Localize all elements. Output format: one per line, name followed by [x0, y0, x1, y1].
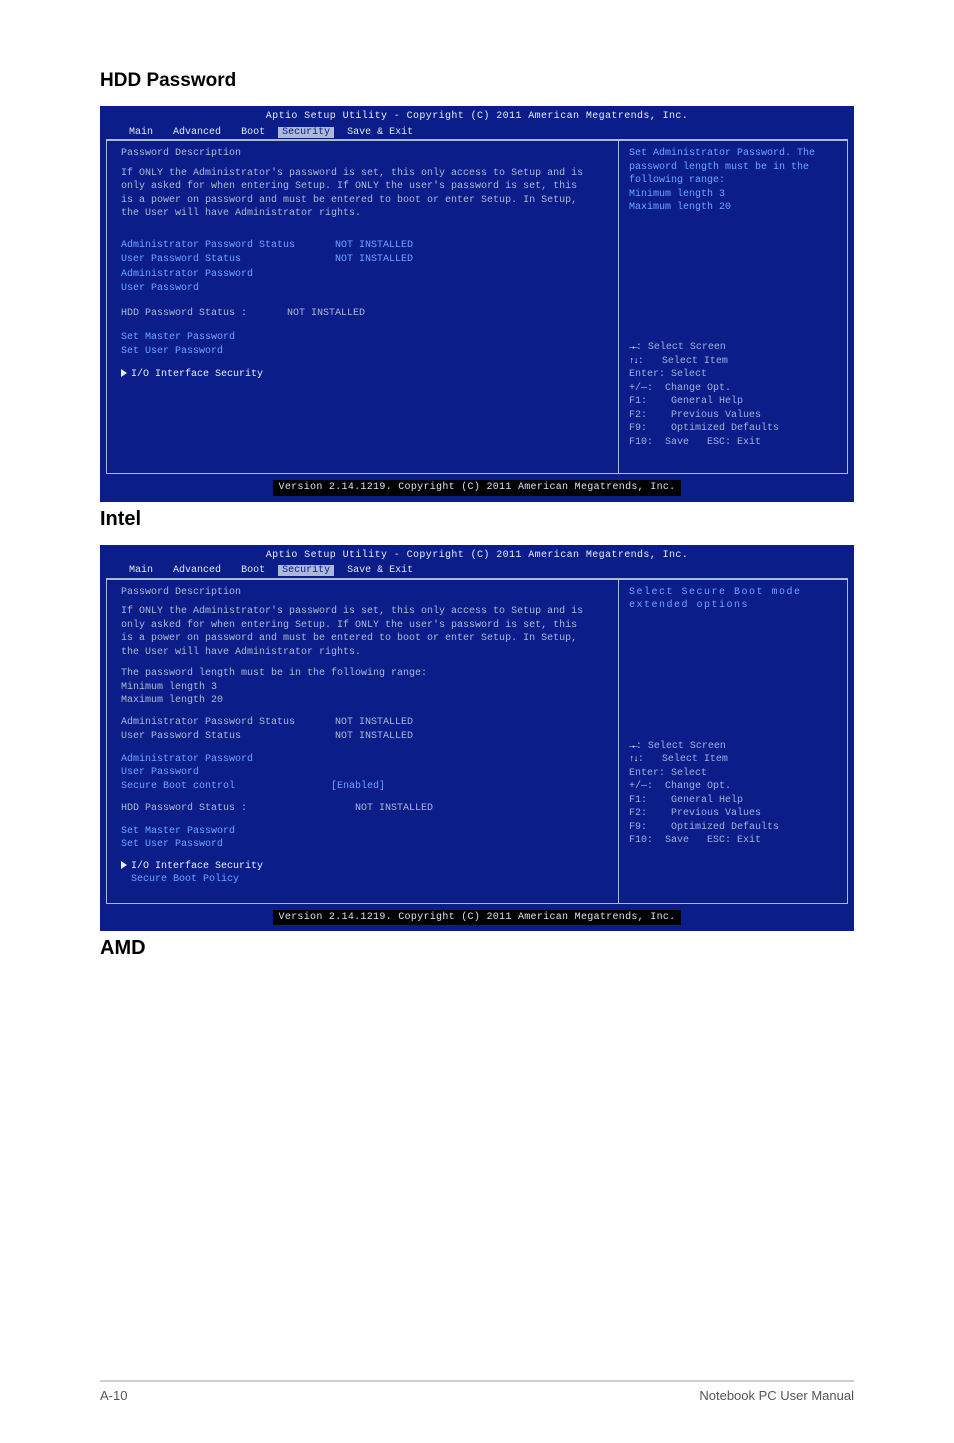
key-help: : Select Screen : Select Item Enter: Sel… — [629, 341, 839, 449]
set-user-password-item[interactable]: Set User Password — [121, 838, 608, 852]
key-f9: F9: Optimized Defaults — [629, 422, 839, 436]
key-f10: F10: Save ESC: Exit — [629, 436, 839, 450]
bios-tabs: Main Advanced Boot Security Save & Exit — [100, 562, 854, 578]
admin-password-status-label: Administrator Password Status — [121, 239, 295, 254]
tab-boot[interactable]: Boot — [234, 127, 272, 138]
submenu-arrow-icon — [121, 369, 127, 377]
key-select-screen: Select Screen — [648, 741, 726, 752]
tab-advanced[interactable]: Advanced — [166, 565, 228, 576]
bios-left-pane: Password Description If ONLY the Adminis… — [106, 579, 618, 904]
key-enter: Enter: Select — [629, 767, 839, 781]
bios-screen-2: Aptio Setup Utility - Copyright (C) 2011… — [100, 545, 854, 932]
tab-main[interactable]: Main — [122, 565, 160, 576]
password-description-label: Password Description — [121, 147, 608, 161]
secure-boot-control-item[interactable]: Secure Boot control — [121, 780, 235, 795]
user-password-item[interactable]: User Password — [121, 766, 608, 780]
submenu-arrow-icon — [121, 861, 127, 869]
key-select-item: Select Item — [662, 356, 728, 367]
user-password-status-value: NOT INSTALLED — [295, 253, 413, 268]
help-text: Select Secure Boot mode extended options — [629, 586, 839, 736]
set-master-password-item[interactable]: Set Master Password — [121, 331, 608, 345]
key-f1: F1: General Help — [629, 794, 839, 808]
set-master-password-item[interactable]: Set Master Password — [121, 825, 608, 839]
set-user-password-item[interactable]: Set User Password — [121, 345, 608, 359]
key-select-screen: Select Screen — [648, 342, 726, 353]
tab-main[interactable]: Main — [122, 127, 160, 138]
bios-footer-version: Version 2.14.1219. Copyright (C) 2011 Am… — [273, 480, 682, 496]
user-password-status-label: User Password Status — [121, 730, 295, 745]
tab-save-exit[interactable]: Save & Exit — [340, 127, 420, 138]
hdd-password-status-value: NOT INSTALLED — [247, 802, 433, 817]
password-description-body: If ONLY the Administrator's password is … — [121, 605, 591, 659]
page-number: A-10 — [100, 1388, 127, 1403]
key-f9: F9: Optimized Defaults — [629, 821, 839, 835]
help-text-max: Maximum length 20 — [629, 202, 731, 213]
io-interface-security-item[interactable]: I/O Interface Security — [121, 860, 608, 874]
key-f1: F1: General Help — [629, 395, 839, 409]
io-interface-security-label: I/O Interface Security — [131, 369, 263, 380]
bios-help-pane: Select Secure Boot mode extended options… — [618, 579, 848, 904]
pwlen-min: Minimum length 3 — [121, 681, 608, 695]
secure-boot-policy-item[interactable]: Secure Boot Policy — [121, 873, 608, 887]
help-text-line1: Set Administrator Password. The password… — [629, 148, 815, 186]
section-title-intel: Intel — [100, 508, 854, 531]
administrator-password-item[interactable]: Administrator Password — [121, 268, 295, 283]
administrator-password-item[interactable]: Administrator Password — [121, 753, 608, 767]
tab-security[interactable]: Security — [278, 565, 334, 576]
key-change: +/—: Change Opt. — [629, 780, 839, 794]
io-interface-security-item[interactable]: I/O Interface Security — [121, 368, 608, 382]
key-f2: F2: Previous Values — [629, 409, 839, 423]
key-help: : Select Screen : Select Item Enter: Sel… — [629, 740, 839, 848]
bios-title: Aptio Setup Utility - Copyright (C) 2011… — [100, 106, 854, 124]
user-password-item[interactable]: User Password — [121, 282, 295, 297]
key-f2: F2: Previous Values — [629, 807, 839, 821]
password-description-label: Password Description — [121, 586, 608, 600]
section-title-amd: AMD — [100, 937, 854, 960]
pwlen-intro: The password length must be in the follo… — [121, 667, 608, 681]
key-select-item: Select Item — [662, 754, 728, 765]
hdd-password-status-label: HDD Password Status : — [121, 307, 247, 322]
pwlen-max: Maximum length 20 — [121, 694, 608, 708]
section-title-hdd: HDD Password — [100, 70, 854, 92]
admin-password-status-label: Administrator Password Status — [121, 716, 295, 731]
bios-left-pane: Password Description If ONLY the Adminis… — [106, 140, 618, 474]
key-f10: F10: Save ESC: Exit — [629, 834, 839, 848]
io-interface-security-label: I/O Interface Security — [131, 861, 263, 872]
arrows-ud-icon — [629, 356, 638, 367]
admin-password-status-value: NOT INSTALLED — [295, 239, 413, 254]
arrows-lr-icon — [629, 741, 636, 752]
help-text-min: Minimum length 3 — [629, 189, 725, 200]
bios-tabs: Main Advanced Boot Security Save & Exit — [100, 124, 854, 140]
password-description-body: If ONLY the Administrator's password is … — [121, 167, 591, 221]
tab-advanced[interactable]: Advanced — [166, 127, 228, 138]
bios-screen-1: Aptio Setup Utility - Copyright (C) 2011… — [100, 106, 854, 502]
bios-title: Aptio Setup Utility - Copyright (C) 2011… — [100, 545, 854, 563]
user-password-status-value: NOT INSTALLED — [295, 730, 413, 745]
key-change: +/—: Change Opt. — [629, 382, 839, 396]
admin-password-status-value: NOT INSTALLED — [295, 716, 413, 731]
arrows-ud-icon — [629, 754, 638, 765]
bios-help-pane: Set Administrator Password. The password… — [618, 140, 848, 474]
key-enter: Enter: Select — [629, 368, 839, 382]
user-password-status-label: User Password Status — [121, 253, 295, 268]
tab-boot[interactable]: Boot — [234, 565, 272, 576]
tab-save-exit[interactable]: Save & Exit — [340, 565, 420, 576]
secure-boot-control-value: [Enabled] — [235, 780, 385, 795]
arrows-lr-icon — [629, 342, 636, 353]
hdd-password-status-label: HDD Password Status : — [121, 802, 247, 817]
manual-title: Notebook PC User Manual — [699, 1388, 854, 1403]
hdd-password-status-value: NOT INSTALLED — [247, 307, 365, 322]
tab-security[interactable]: Security — [278, 127, 334, 138]
bios-footer-version: Version 2.14.1219. Copyright (C) 2011 Am… — [273, 910, 682, 926]
